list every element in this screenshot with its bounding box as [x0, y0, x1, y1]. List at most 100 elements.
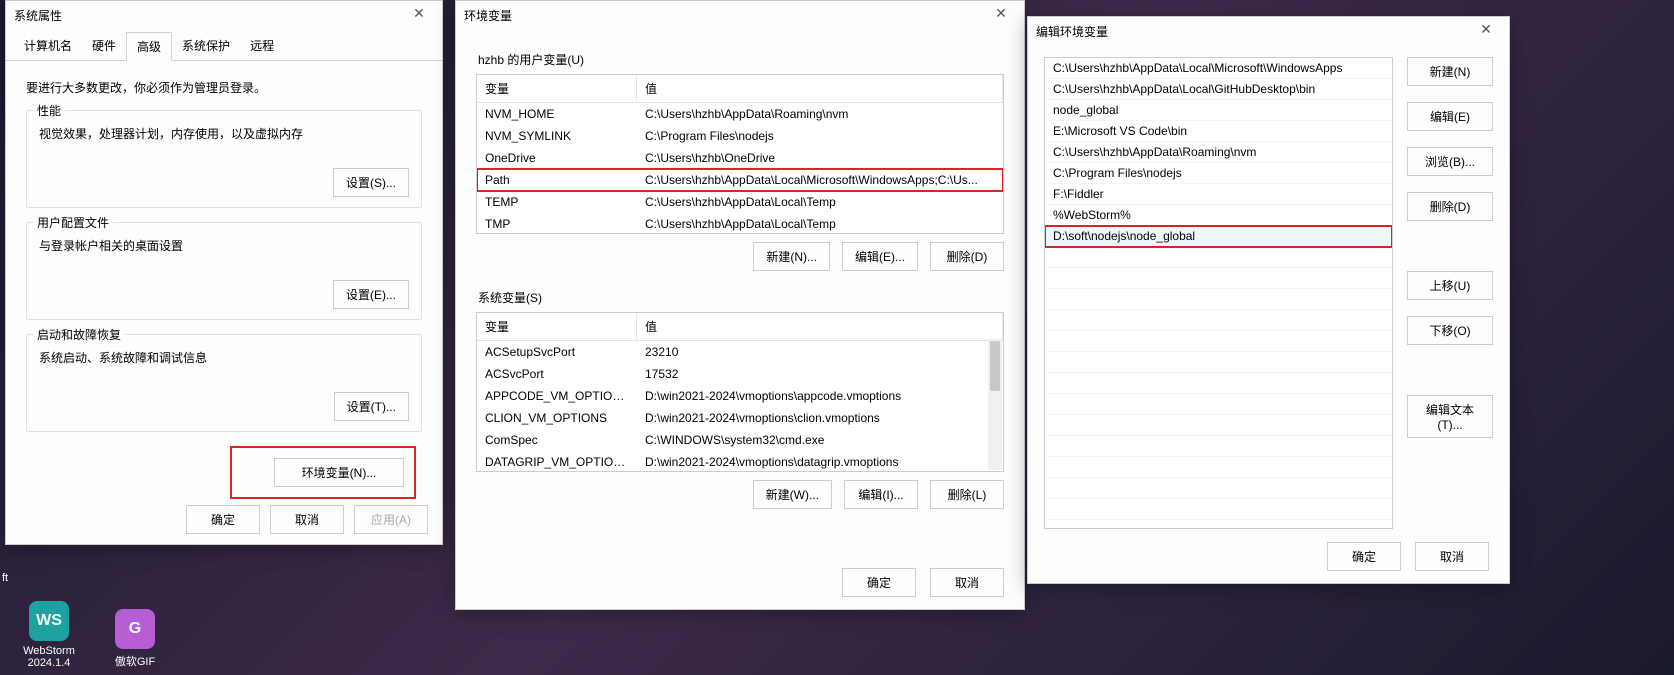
list-item-empty[interactable] — [1045, 520, 1392, 529]
table-row[interactable]: PathC:\Users\hzhb\AppData\Local\Microsof… — [477, 169, 1003, 191]
cancel-button[interactable]: 取消 — [930, 568, 1004, 597]
close-icon[interactable]: ✕ — [986, 5, 1016, 25]
gif-shortcut[interactable]: G 傲软GIF — [104, 609, 166, 669]
environment-variables-dialog: 环境变量 ✕ hzhb 的用户变量(U) 变量 值 NVM_HOMEC:\Use… — [455, 0, 1025, 610]
col-variable[interactable]: 变量 — [477, 313, 637, 340]
var-value: 23210 — [637, 343, 1003, 361]
list-item-empty[interactable] — [1045, 415, 1392, 436]
edit-button[interactable]: 编辑(E) — [1407, 102, 1493, 131]
apply-button[interactable]: 应用(A) — [354, 505, 428, 534]
list-item-empty[interactable] — [1045, 478, 1392, 499]
list-item-empty[interactable] — [1045, 394, 1392, 415]
dialog-title: 环境变量 — [464, 7, 512, 24]
profile-settings-button[interactable]: 设置(E)... — [333, 280, 409, 309]
webstorm-label: WebStorm 2024.1.4 — [18, 645, 80, 669]
table-row[interactable]: ACSvcPort17532 — [477, 363, 1003, 385]
list-item-empty[interactable] — [1045, 373, 1392, 394]
list-item-empty[interactable] — [1045, 247, 1392, 268]
table-row[interactable]: DATAGRIP_VM_OPTIONSD:\win2021-2024\vmopt… — [477, 451, 1003, 472]
var-name: NVM_SYMLINK — [477, 127, 637, 145]
delete-sys-var-button[interactable]: 删除(L) — [930, 480, 1004, 509]
dialog-body: 要进行大多数更改，你必须作为管理员登录。 性能 视觉效果，处理器计划，内存使用，… — [6, 61, 442, 513]
var-value: C:\Users\hzhb\OneDrive — [637, 149, 1003, 167]
col-value[interactable]: 值 — [637, 313, 1003, 340]
list-item-empty[interactable] — [1045, 310, 1392, 331]
delete-user-var-button[interactable]: 删除(D) — [930, 242, 1004, 271]
list-item[interactable]: C:\Users\hzhb\AppData\Local\GitHubDeskto… — [1045, 79, 1392, 100]
var-name: DATAGRIP_VM_OPTIONS — [477, 453, 637, 471]
table-row[interactable]: NVM_SYMLINKC:\Program Files\nodejs — [477, 125, 1003, 147]
list-item[interactable]: F:\Fiddler — [1045, 184, 1392, 205]
group-title: 用户配置文件 — [33, 214, 113, 231]
new-button[interactable]: 新建(N) — [1407, 57, 1493, 86]
edit-sys-var-button[interactable]: 编辑(I)... — [844, 480, 918, 509]
var-value: D:\win2021-2024\vmoptions\appcode.vmopti… — [637, 387, 1003, 405]
list-item-empty[interactable] — [1045, 499, 1392, 520]
close-icon[interactable]: ✕ — [1471, 21, 1501, 41]
list-item[interactable]: E:\Microsoft VS Code\bin — [1045, 121, 1392, 142]
list-item-empty[interactable] — [1045, 352, 1392, 373]
list-item[interactable]: D:\soft\nodejs\node_global — [1045, 226, 1392, 247]
path-entries-list[interactable]: C:\Users\hzhb\AppData\Local\Microsoft\Wi… — [1044, 57, 1393, 529]
list-item[interactable]: %WebStorm% — [1045, 205, 1392, 226]
tab-advanced[interactable]: 高级 — [126, 32, 172, 61]
list-item-empty[interactable] — [1045, 289, 1392, 310]
titlebar: 系统属性 ✕ — [6, 1, 442, 29]
webstorm-shortcut[interactable]: WS WebStorm 2024.1.4 — [18, 601, 80, 669]
var-name: TEMP — [477, 193, 637, 211]
table-row[interactable]: ACSetupSvcPort23210 — [477, 341, 1003, 363]
tab-computer-name[interactable]: 计算机名 — [14, 32, 82, 61]
list-item[interactable]: node_global — [1045, 100, 1392, 121]
sys-vars-table[interactable]: 变量 值 ACSetupSvcPort23210ACSvcPort17532AP… — [476, 312, 1004, 472]
tab-hardware[interactable]: 硬件 — [82, 32, 126, 61]
edit-user-var-button[interactable]: 编辑(E)... — [842, 242, 918, 271]
close-icon[interactable]: ✕ — [404, 5, 434, 25]
new-sys-var-button[interactable]: 新建(W)... — [753, 480, 832, 509]
table-row[interactable]: CLION_VM_OPTIONSD:\win2021-2024\vmoption… — [477, 407, 1003, 429]
performance-settings-button[interactable]: 设置(S)... — [333, 168, 409, 197]
col-value[interactable]: 值 — [637, 75, 1003, 102]
table-row[interactable]: NVM_HOMEC:\Users\hzhb\AppData\Roaming\nv… — [477, 103, 1003, 125]
table-row[interactable]: APPCODE_VM_OPTIONSD:\win2021-2024\vmopti… — [477, 385, 1003, 407]
list-item[interactable]: C:\Users\hzhb\AppData\Local\Microsoft\Wi… — [1045, 58, 1392, 79]
cancel-button[interactable]: 取消 — [270, 505, 344, 534]
var-value: C:\Program Files\nodejs — [637, 127, 1003, 145]
var-value: 17532 — [637, 365, 1003, 383]
environment-variables-button[interactable]: 环境变量(N)... — [274, 458, 404, 487]
env-highlight-box: 环境变量(N)... — [230, 446, 416, 499]
profile-desc: 与登录帐户相关的桌面设置 — [39, 237, 409, 254]
sys-buttons: 新建(W)... 编辑(I)... 删除(L) — [476, 480, 1004, 509]
list-item-empty[interactable] — [1045, 457, 1392, 478]
ok-button[interactable]: 确定 — [842, 568, 916, 597]
scroll-thumb[interactable] — [990, 341, 1000, 391]
new-user-var-button[interactable]: 新建(N)... — [753, 242, 830, 271]
list-item-empty[interactable] — [1045, 436, 1392, 457]
ok-button[interactable]: 确定 — [186, 505, 260, 534]
tab-remote[interactable]: 远程 — [240, 32, 284, 61]
ok-button[interactable]: 确定 — [1327, 542, 1401, 571]
group-title: 启动和故障恢复 — [33, 326, 125, 343]
list-item-empty[interactable] — [1045, 331, 1392, 352]
browse-button[interactable]: 浏览(B)... — [1407, 147, 1493, 176]
table-row[interactable]: TEMPC:\Users\hzhb\AppData\Local\Temp — [477, 191, 1003, 213]
titlebar: 编辑环境变量 ✕ — [1028, 17, 1509, 45]
move-down-button[interactable]: 下移(O) — [1407, 316, 1493, 345]
startup-settings-button[interactable]: 设置(T)... — [334, 392, 409, 421]
table-row[interactable]: OneDriveC:\Users\hzhb\OneDrive — [477, 147, 1003, 169]
gif-icon: G — [115, 609, 155, 649]
table-row[interactable]: TMPC:\Users\hzhb\AppData\Local\Temp — [477, 213, 1003, 234]
var-name: ACSvcPort — [477, 365, 637, 383]
list-item-empty[interactable] — [1045, 268, 1392, 289]
col-variable[interactable]: 变量 — [477, 75, 637, 102]
edit-text-button[interactable]: 编辑文本(T)... — [1407, 395, 1493, 438]
tab-system-protection[interactable]: 系统保护 — [172, 32, 240, 61]
table-row[interactable]: ComSpecC:\WINDOWS\system32\cmd.exe — [477, 429, 1003, 451]
move-up-button[interactable]: 上移(U) — [1407, 271, 1493, 300]
delete-button[interactable]: 删除(D) — [1407, 192, 1493, 221]
list-item[interactable]: C:\Users\hzhb\AppData\Roaming\nvm — [1045, 142, 1392, 163]
user-vars-table[interactable]: 变量 值 NVM_HOMEC:\Users\hzhb\AppData\Roami… — [476, 74, 1004, 234]
list-item[interactable]: C:\Program Files\nodejs — [1045, 163, 1392, 184]
cancel-button[interactable]: 取消 — [1415, 542, 1489, 571]
scrollbar[interactable] — [988, 339, 1002, 470]
user-profile-group: 用户配置文件 与登录帐户相关的桌面设置 设置(E)... — [26, 222, 422, 320]
